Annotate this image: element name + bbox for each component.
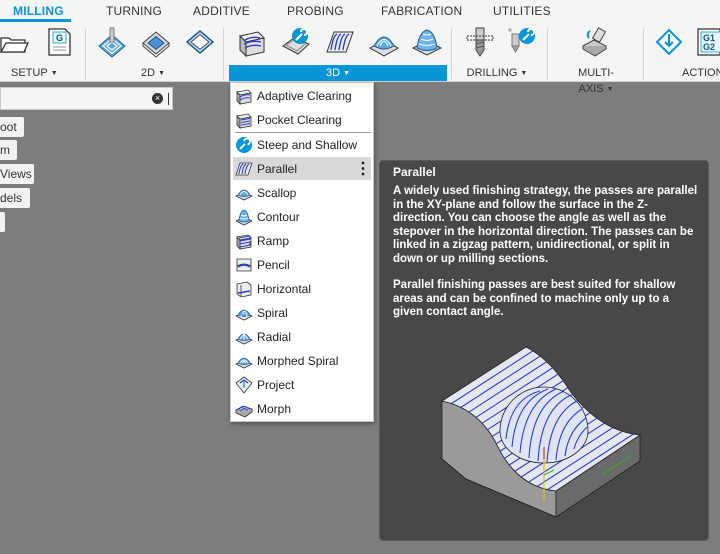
2d-contour-icon[interactable] bbox=[183, 25, 217, 59]
menu-item-label: Parallel bbox=[257, 161, 298, 176]
contour-icon bbox=[235, 209, 253, 225]
tooltip-paragraph: Parallel finishing passes are best suite… bbox=[393, 279, 676, 318]
tab-utilities[interactable]: UTILITIES bbox=[493, 0, 551, 22]
2d-adaptive-icon[interactable] bbox=[95, 25, 129, 59]
menu-item-label: Radial bbox=[257, 329, 292, 344]
3d-group-label[interactable]: 3D ▼ bbox=[229, 65, 447, 81]
menu-item-label: Morphed Spiral bbox=[257, 353, 339, 368]
3d-steep-shallow-icon[interactable] bbox=[279, 25, 313, 59]
ribbon-divider bbox=[223, 28, 224, 80]
3d-adaptive-icon[interactable] bbox=[235, 25, 269, 59]
menu-item-label: Horizontal bbox=[257, 281, 312, 296]
menu-item-label: Scallop bbox=[257, 185, 297, 200]
tab-turning[interactable]: TURNING bbox=[106, 0, 162, 22]
menu-item-label: Ramp bbox=[257, 233, 290, 248]
svg-text:G2: G2 bbox=[703, 42, 715, 52]
pencil-icon bbox=[236, 258, 252, 271]
3d-scallop-icon[interactable] bbox=[367, 25, 401, 59]
morph-icon bbox=[235, 405, 253, 417]
menu-item-spiral[interactable]: Spiral bbox=[233, 301, 371, 324]
horizontal-icon bbox=[236, 281, 252, 297]
menu-item-label: Contour bbox=[257, 209, 300, 224]
workspace-tabs: MILLING TURNING ADDITIVE PROBING FABRICA… bbox=[0, 0, 720, 22]
simulate-icon[interactable] bbox=[652, 25, 686, 59]
menu-item-pocket-clearing[interactable]: Pocket Clearing bbox=[233, 108, 371, 131]
browser-item-program[interactable]: m bbox=[0, 140, 17, 160]
menu-item-contour[interactable]: Contour bbox=[233, 205, 371, 228]
browser-item[interactable] bbox=[0, 212, 5, 232]
tooltip-body: A widely used finishing strategy, the pa… bbox=[393, 185, 698, 333]
morphed-spiral-icon bbox=[235, 357, 253, 368]
menu-item-label: Pocket Clearing bbox=[257, 112, 342, 127]
menu-item-label: Spiral bbox=[257, 305, 288, 320]
ribbon-divider bbox=[547, 28, 548, 80]
nc-program-icon[interactable]: G bbox=[42, 25, 76, 59]
2d-group-label[interactable]: 2D ▼ bbox=[138, 65, 168, 81]
drill-icon[interactable] bbox=[463, 25, 497, 59]
3d-toolpath-menu: Adaptive Clearing Pocket Clearing Steep … bbox=[230, 82, 374, 422]
browser-item-views[interactable]: Views bbox=[0, 164, 34, 184]
hole-recognition-icon[interactable] bbox=[505, 25, 539, 59]
action-group-label[interactable]: ACTION bbox=[682, 65, 720, 81]
2d-pocket-icon[interactable] bbox=[139, 25, 173, 59]
tab-fabrication[interactable]: FABRICATION bbox=[381, 0, 462, 22]
post-process-icon[interactable]: G1 G2 bbox=[694, 25, 720, 59]
ribbon-divider bbox=[451, 28, 452, 80]
tab-additive[interactable]: ADDITIVE bbox=[193, 0, 250, 22]
menu-item-radial[interactable]: Radial bbox=[233, 325, 371, 348]
setup-folder-icon[interactable] bbox=[0, 25, 30, 59]
tab-probing[interactable]: PROBING bbox=[287, 0, 344, 22]
multi-axis-icon[interactable] bbox=[579, 25, 613, 59]
menu-item-label: Steep and Shallow bbox=[257, 137, 358, 152]
browser-item-models[interactable]: dels bbox=[0, 188, 30, 208]
browser-search-input[interactable]: × bbox=[0, 87, 173, 110]
menu-item-morphed-spiral[interactable]: Morphed Spiral bbox=[233, 349, 371, 372]
menu-item-morph[interactable]: Morph bbox=[233, 397, 371, 420]
menu-item-parallel[interactable]: Parallel bbox=[233, 157, 371, 180]
3d-parallel-icon[interactable] bbox=[323, 25, 357, 59]
ribbon-divider bbox=[85, 28, 86, 80]
more-options-icon[interactable] bbox=[361, 161, 365, 176]
ribbon-divider bbox=[643, 28, 644, 80]
setup-group-label[interactable]: SETUP ▼ bbox=[11, 65, 58, 81]
tooltip-paragraph: A widely used finishing strategy, the pa… bbox=[393, 185, 698, 265]
tooltip-title: Parallel bbox=[393, 165, 436, 179]
menu-item-horizontal[interactable]: Horizontal bbox=[233, 277, 371, 300]
parallel-toolpath-illustration bbox=[440, 346, 642, 518]
menu-item-label: Project bbox=[257, 377, 295, 392]
spiral-icon bbox=[235, 309, 253, 320]
menu-item-steep-and-shallow[interactable]: Steep and Shallow bbox=[233, 133, 371, 156]
radial-icon bbox=[235, 333, 253, 344]
menu-item-project[interactable]: Project bbox=[233, 373, 371, 396]
menu-item-label: Pencil bbox=[257, 257, 290, 272]
parallel-icon bbox=[235, 162, 253, 175]
pocket-clearing-icon bbox=[236, 113, 252, 129]
svg-text:G: G bbox=[56, 33, 63, 43]
3d-contour-icon[interactable] bbox=[410, 25, 444, 59]
multi-axis-group-label[interactable]: MULTI-AXIS ▼ bbox=[561, 65, 631, 95]
menu-item-scallop[interactable]: Scallop bbox=[233, 181, 371, 204]
menu-item-ramp[interactable]: Ramp bbox=[233, 229, 371, 252]
toolbar-ribbon: G SETUP ▼ 2D ▼ 3D ▼ DRILLING ▼ MULTI-AXIS ▼ bbox=[0, 22, 720, 95]
text-cursor bbox=[168, 93, 169, 105]
steep-and-shallow-icon bbox=[236, 136, 252, 153]
menu-item-label: Adaptive Clearing bbox=[257, 88, 352, 103]
close-icon[interactable]: × bbox=[152, 93, 163, 104]
browser-item-root[interactable]: oot bbox=[0, 117, 24, 137]
adaptive-clearing-icon bbox=[236, 89, 252, 105]
scallop-icon bbox=[235, 189, 253, 200]
project-icon bbox=[235, 376, 253, 394]
ramp-icon bbox=[236, 234, 252, 250]
drilling-group-label[interactable]: DRILLING ▼ bbox=[466, 65, 528, 81]
menu-item-pencil[interactable]: Pencil bbox=[233, 253, 371, 276]
menu-item-adaptive-clearing[interactable]: Adaptive Clearing bbox=[233, 84, 371, 107]
tooltip-parallel: Parallel A widely used finishing strateg… bbox=[379, 160, 709, 541]
menu-item-label: Morph bbox=[257, 401, 292, 416]
